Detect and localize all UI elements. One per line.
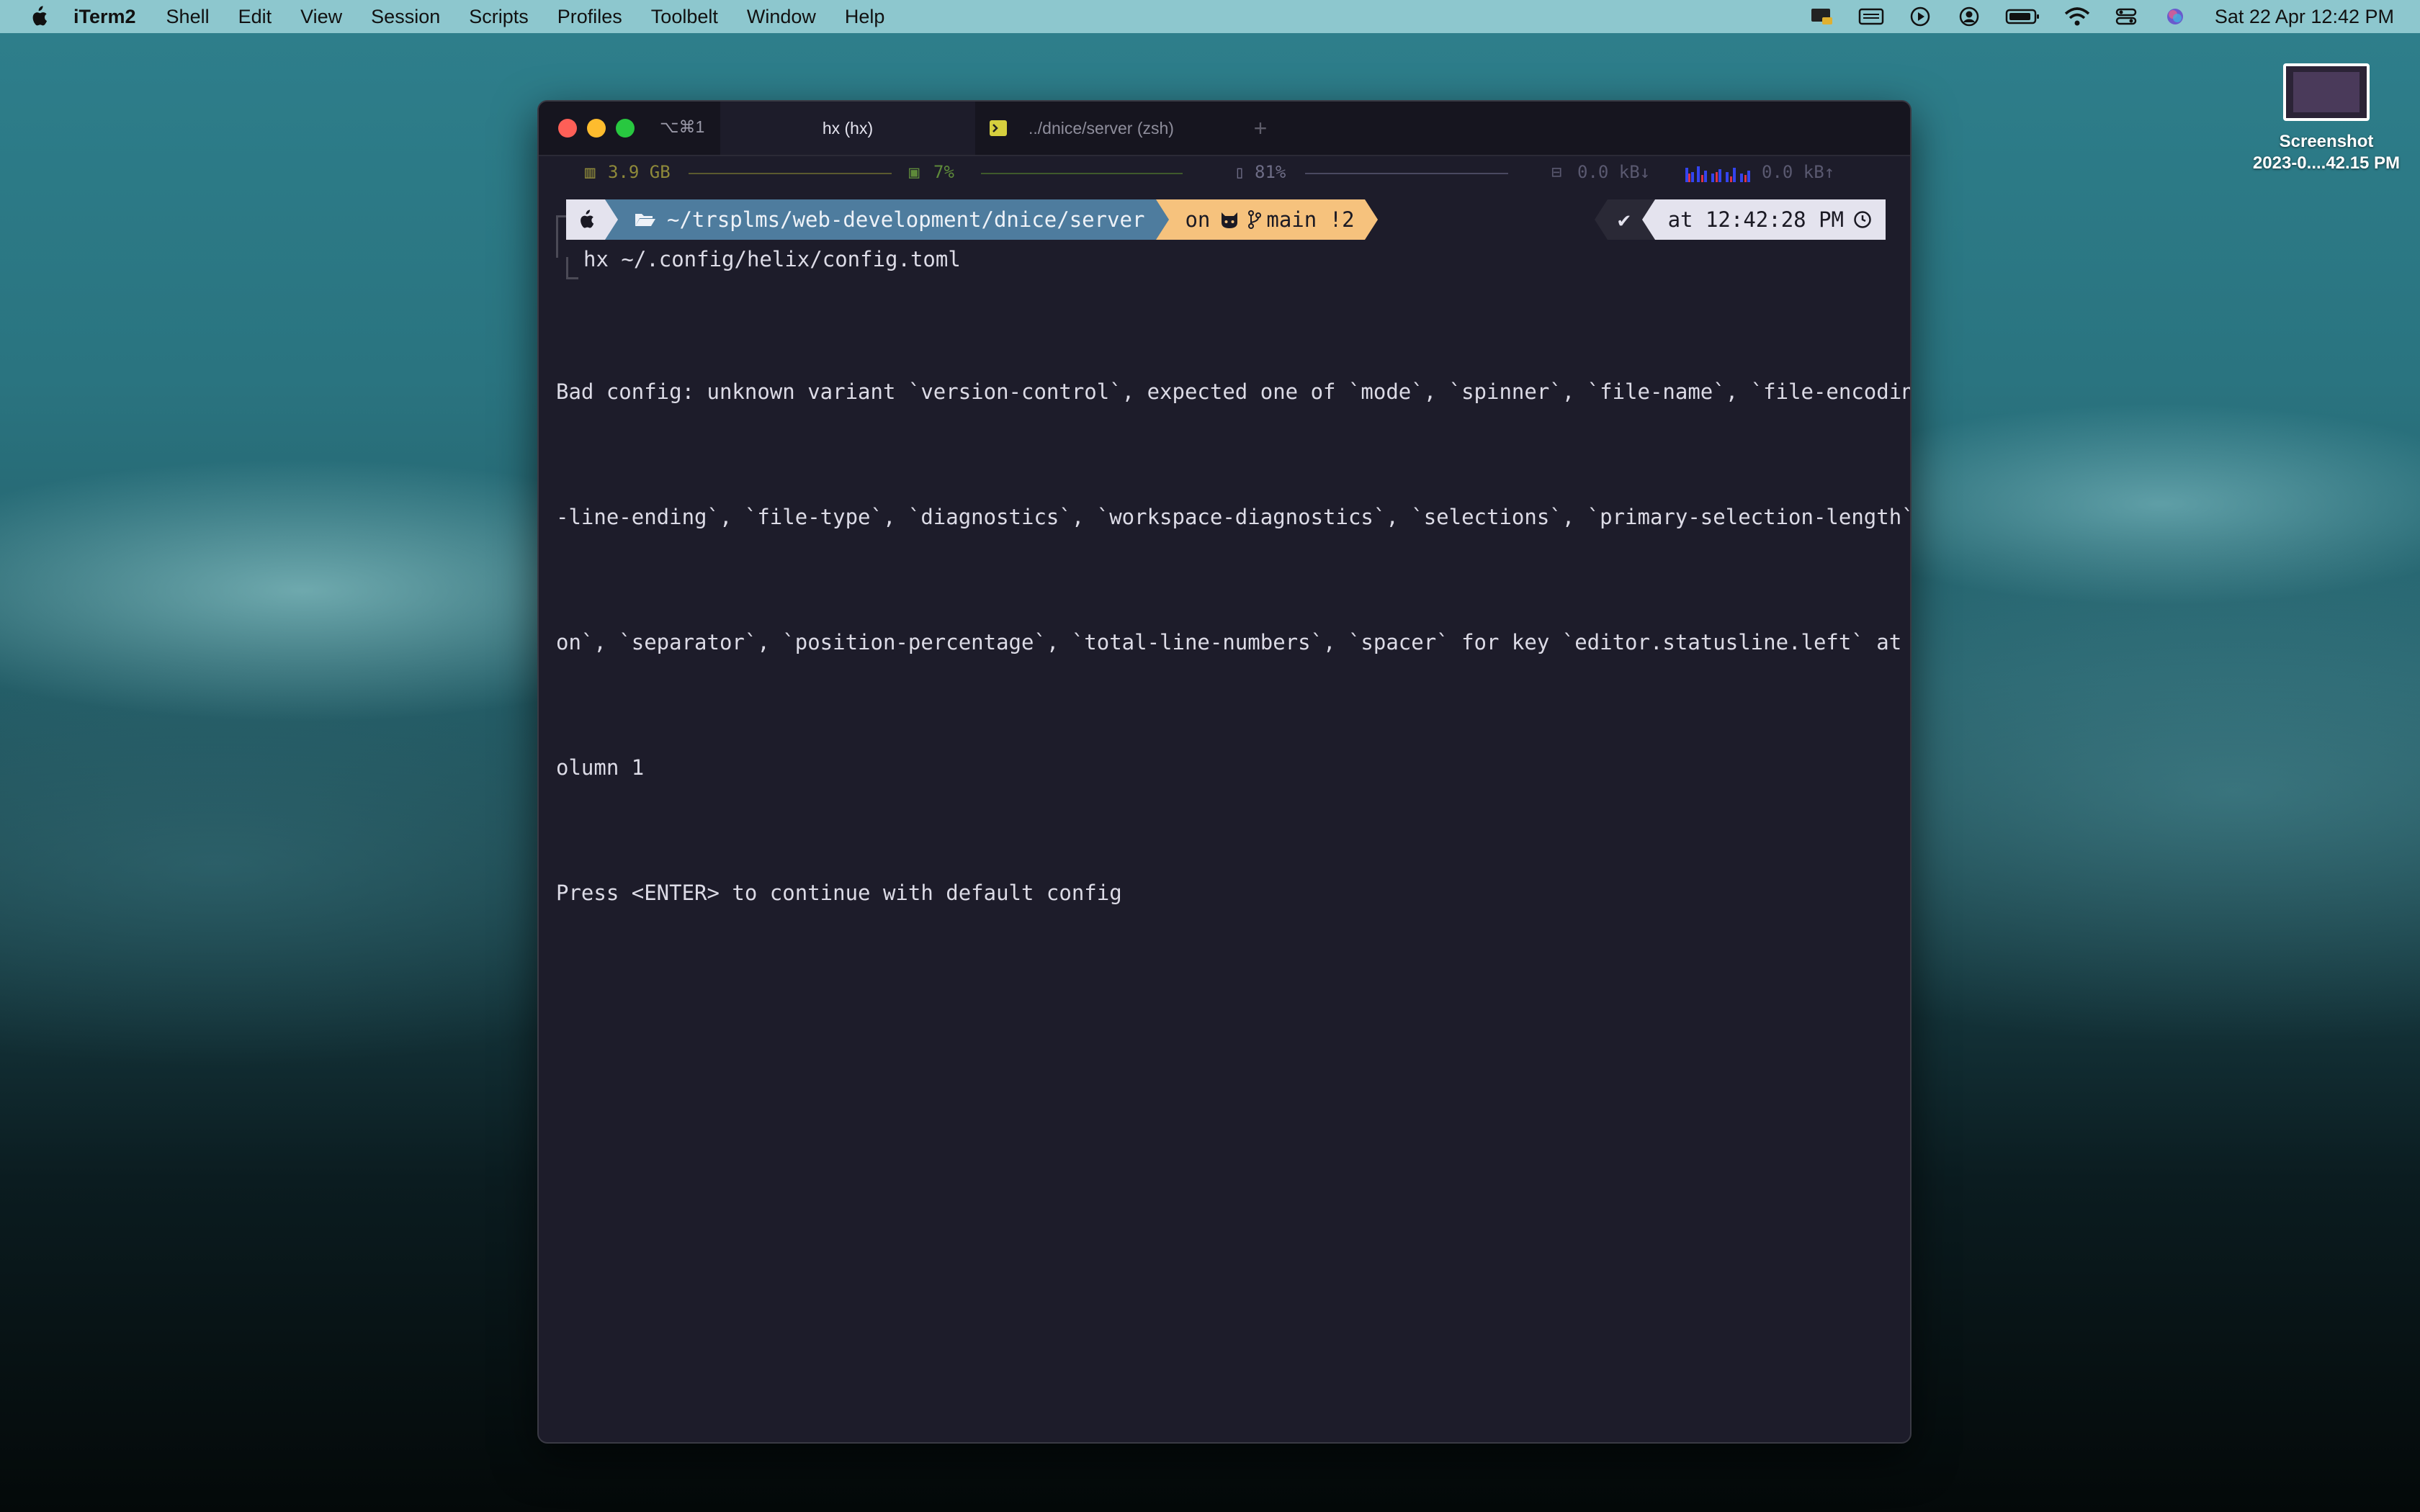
cpu-icon: ▣ bbox=[909, 162, 920, 182]
keyboard-icon[interactable] bbox=[1857, 6, 1885, 27]
output-line: Bad config: unknown variant `version-con… bbox=[556, 379, 1912, 404]
segment-end bbox=[1364, 199, 1378, 240]
terminal-area[interactable]: ~/trsplms/web-development/dnice/server o… bbox=[549, 195, 1912, 1442]
siri-icon[interactable] bbox=[2161, 6, 2189, 27]
menu-toolbelt[interactable]: Toolbelt bbox=[651, 6, 718, 28]
status-bar: ▥ 3.9 GB ▣ 7% ▯ 81% ⊟ 0.0 kB↓ 0.0 kB↑ bbox=[539, 156, 1910, 188]
maximize-button[interactable] bbox=[616, 119, 635, 138]
screenshot-label-line1: Screenshot bbox=[2279, 132, 2374, 151]
network-icon: ⊟ bbox=[1551, 162, 1562, 182]
tab-zsh[interactable]: ../dnice/server (zsh) bbox=[977, 102, 1232, 155]
iterm-window: ⌥⌘1 hx (hx) ../dnice/server (zsh) + ▥ 3.… bbox=[537, 100, 1912, 1444]
menu-edit[interactable]: Edit bbox=[238, 6, 272, 28]
menu-window[interactable]: Window bbox=[747, 6, 816, 28]
status-check: ✔ bbox=[1608, 199, 1642, 240]
prompt-right: ✔ at 12:42:28 PM bbox=[1595, 199, 1886, 240]
prompt-time: at 12:42:28 PM bbox=[1667, 207, 1844, 232]
terminal-output: Bad config: unknown variant `version-con… bbox=[556, 287, 1912, 997]
git-segment: on main !2 bbox=[1169, 199, 1365, 240]
terminal-icon bbox=[990, 120, 1007, 136]
tab-hx[interactable]: hx (hx) bbox=[720, 102, 975, 155]
tab-hx-label: hx (hx) bbox=[822, 118, 874, 138]
network-graph bbox=[1685, 163, 1754, 182]
github-icon bbox=[1222, 212, 1238, 228]
screenshot-thumbnail bbox=[2283, 63, 2370, 121]
os-segment bbox=[566, 199, 605, 240]
minimize-button[interactable] bbox=[587, 119, 606, 138]
right-segment-separator bbox=[1641, 199, 1655, 240]
menu-clock[interactable]: Sat 22 Apr 12:42 PM bbox=[2215, 6, 2394, 28]
prompt-path: ~/trsplms/web-development/dnice/server bbox=[667, 207, 1145, 232]
segment-separator-2 bbox=[1156, 199, 1170, 240]
display-icon[interactable] bbox=[1809, 6, 1836, 27]
cpu-usage[interactable]: 7% bbox=[933, 162, 954, 182]
net-down[interactable]: 0.0 kB↓ bbox=[1577, 162, 1650, 182]
clock-icon bbox=[1854, 211, 1871, 228]
cpu-graph bbox=[981, 173, 1183, 174]
net-up[interactable]: 0.0 kB↑ bbox=[1762, 162, 1834, 182]
command-line: hx ~/.config/helix/config.toml bbox=[583, 247, 961, 271]
folder-icon bbox=[635, 214, 655, 226]
user-icon[interactable] bbox=[1955, 6, 1983, 27]
menu-shell[interactable]: Shell bbox=[166, 6, 210, 28]
menu-scripts[interactable]: Scripts bbox=[469, 6, 529, 28]
output-line: on`, `separator`, `position-percentage`,… bbox=[556, 630, 1912, 654]
menu-view[interactable]: View bbox=[300, 6, 342, 28]
screenshot-label-line2: 2023-0....42.15 PM bbox=[2252, 153, 2401, 173]
path-segment: ~/trsplms/web-development/dnice/server bbox=[618, 199, 1157, 240]
git-branch-icon bbox=[1248, 210, 1262, 229]
memory-usage[interactable]: 3.9 GB bbox=[608, 162, 671, 182]
close-button[interactable] bbox=[558, 119, 577, 138]
menu-session[interactable]: Session bbox=[371, 6, 440, 28]
git-prefix: on bbox=[1185, 207, 1211, 232]
prompt-left: ~/trsplms/web-development/dnice/server o… bbox=[566, 199, 1378, 240]
control-center-icon[interactable] bbox=[2112, 6, 2140, 27]
menu-app-name[interactable]: iTerm2 bbox=[73, 6, 136, 28]
title-bar: ⌥⌘1 hx (hx) ../dnice/server (zsh) + bbox=[539, 102, 1910, 156]
wifi-icon[interactable] bbox=[2063, 6, 2091, 27]
menu-help[interactable]: Help bbox=[845, 6, 885, 28]
memory-graph bbox=[689, 173, 892, 174]
apple-menu-icon[interactable] bbox=[26, 4, 50, 29]
menu-profiles[interactable]: Profiles bbox=[557, 6, 622, 28]
menu-bar: iTerm2 Shell Edit View Session Scripts P… bbox=[0, 0, 2420, 33]
battery-usage[interactable]: 81% bbox=[1255, 162, 1286, 182]
output-line: -line-ending`, `file-type`, `diagnostics… bbox=[556, 505, 1912, 529]
play-icon[interactable] bbox=[1906, 6, 1934, 27]
right-segment-start bbox=[1595, 199, 1608, 240]
tab-zsh-label: ../dnice/server (zsh) bbox=[1028, 118, 1174, 138]
battery-icon[interactable] bbox=[2004, 6, 2042, 27]
battery-status-icon: ▯ bbox=[1234, 162, 1245, 182]
desktop-screenshot-file[interactable]: Screenshot 2023-0....42.15 PM bbox=[2240, 63, 2413, 174]
prompt-bracket-bottom bbox=[566, 257, 578, 279]
apple-logo-icon bbox=[581, 210, 594, 228]
battery-graph bbox=[1305, 173, 1508, 174]
new-tab-button[interactable]: + bbox=[1232, 102, 1289, 155]
git-branch: main !2 bbox=[1266, 207, 1355, 232]
window-shortcut: ⌥⌘1 bbox=[660, 117, 705, 136]
time-segment: at 12:42:28 PM bbox=[1654, 199, 1886, 240]
output-line: Press <ENTER> to continue with default c… bbox=[556, 881, 1122, 905]
segment-separator bbox=[605, 199, 618, 240]
output-line: olumn 1 bbox=[556, 755, 645, 780]
memory-icon: ▥ bbox=[585, 162, 596, 182]
